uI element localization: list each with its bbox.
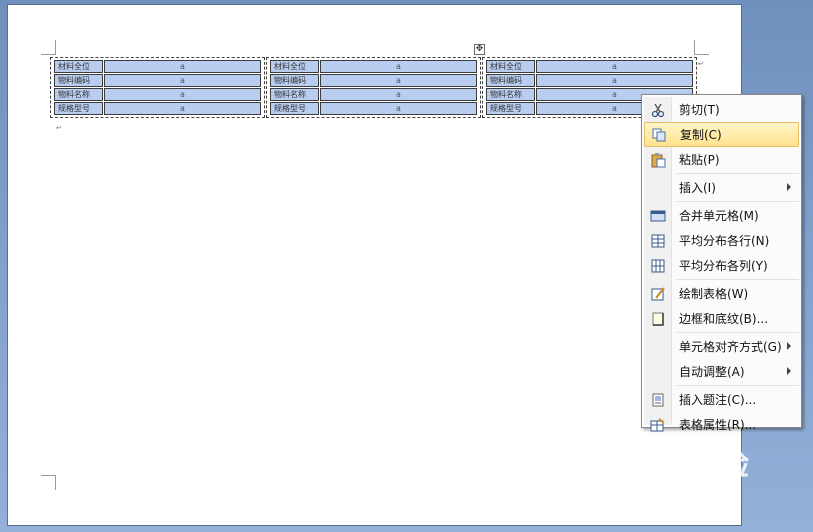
submenu-arrow-icon [787, 342, 791, 350]
table-value-cell[interactable]: a [320, 88, 477, 101]
menu-item-label: 插入(I) [679, 181, 716, 195]
menu-item-label: 剪切(T) [679, 103, 720, 117]
table-block-1[interactable]: 材料全位 a 物料编码 a 物料名称 a 规格型号 a [50, 57, 265, 118]
menu-item-label: 粘贴(P) [679, 153, 720, 167]
menu-item-9[interactable]: 单元格对齐方式(G) [644, 334, 799, 359]
table-label-cell[interactable]: 物料名称 [54, 88, 103, 101]
menu-item-label: 表格属性(R)... [679, 418, 757, 432]
table-label-cell[interactable]: 物料名称 [486, 88, 535, 101]
menu-separator [677, 332, 799, 333]
table-row: 物料编码 a [54, 74, 261, 87]
table-label-cell[interactable]: 物料编码 [486, 74, 535, 87]
table-row: 材料全位 a [486, 60, 693, 73]
menu-item-no-icon [644, 334, 671, 359]
menu-separator [677, 279, 799, 280]
table-row: 材料全位 a [54, 60, 261, 73]
menu-item-no-icon [644, 175, 671, 200]
menu-item-0[interactable]: 剪切(T) [644, 97, 799, 122]
menu-item-label: 边框和底纹(B)... [679, 312, 769, 326]
table-row: 规格型号 a [270, 102, 477, 115]
table-label-cell[interactable]: 物料名称 [270, 88, 319, 101]
crop-mark-bottom-left [41, 475, 56, 490]
menu-item-label: 自动调整(A) [679, 365, 745, 379]
table-label-cell[interactable]: 规格型号 [54, 102, 103, 115]
table-value-cell[interactable]: a [104, 60, 261, 73]
paragraph-mark: ↵ [56, 124, 62, 132]
distribute-columns-icon [644, 253, 671, 278]
table-properties-icon [644, 412, 671, 437]
menu-item-label: 复制(C) [680, 128, 722, 142]
menu-item-label: 插入题注(C)... [679, 393, 757, 407]
table-row: 物料名称 a [270, 88, 477, 101]
row-end-mark: ↵ [698, 60, 704, 68]
table-value-cell[interactable]: a [104, 102, 261, 115]
table-label-cell[interactable]: 材料全位 [486, 60, 535, 73]
insert-caption-icon [644, 387, 671, 412]
menu-item-4[interactable]: 合并单元格(M) [644, 203, 799, 228]
crop-mark-top-right [694, 40, 709, 55]
menu-item-1[interactable]: 复制(C) [644, 122, 799, 147]
menu-item-label: 平均分布各列(Y) [679, 259, 768, 273]
menu-separator [677, 385, 799, 386]
copy-icon [645, 122, 672, 147]
table-move-handle-icon[interactable]: ✥ [474, 44, 485, 55]
table-row: 物料名称 a [54, 88, 261, 101]
distribute-rows-icon [644, 228, 671, 253]
paste-icon [644, 147, 671, 172]
context-menu: 剪切(T) 复制(C) 粘贴(P) 插入(I) 合并单元格(M) 平均分布各行(N) 平均分… [641, 94, 802, 432]
table-value-cell[interactable]: a [320, 60, 477, 73]
table-label-cell[interactable]: 材料全位 [270, 60, 319, 73]
table-value-cell[interactable]: a [104, 88, 261, 101]
table-label-cell[interactable]: 规格型号 [486, 102, 535, 115]
table-value-cell[interactable]: a [320, 102, 477, 115]
table-row: 物料编码 a [486, 74, 693, 87]
table-label-cell[interactable]: 规格型号 [270, 102, 319, 115]
scissors-icon [644, 97, 671, 122]
crop-mark-top-left [41, 40, 56, 55]
menu-separator [677, 201, 799, 202]
menu-item-3[interactable]: 插入(I) [644, 175, 799, 200]
menu-item-7[interactable]: 绘制表格(W) [644, 281, 799, 306]
menu-item-6[interactable]: 平均分布各列(Y) [644, 253, 799, 278]
menu-item-label: 平均分布各行(N) [679, 234, 770, 248]
menu-item-10[interactable]: 自动调整(A) [644, 359, 799, 384]
watermark-url: jingyan.baidu.com [620, 482, 740, 497]
baidu-watermark: Bai 经验 jingyan.baidu.com [620, 440, 750, 497]
table-value-cell[interactable]: a [536, 60, 693, 73]
menu-item-11[interactable]: 插入题注(C)... [644, 387, 799, 412]
submenu-arrow-icon [787, 367, 791, 375]
borders-shading-icon [644, 306, 671, 331]
menu-item-label: 绘制表格(W) [679, 287, 749, 301]
menu-item-no-icon [644, 359, 671, 384]
menu-item-label: 合并单元格(M) [679, 209, 759, 223]
table-row: 物料编码 a [270, 74, 477, 87]
submenu-arrow-icon [787, 183, 791, 191]
table-block-2[interactable]: 材料全位 a 物料编码 a 物料名称 a 规格型号 a [266, 57, 481, 118]
table-value-cell[interactable]: a [104, 74, 261, 87]
baidu-paw-icon [680, 450, 705, 474]
table-label-cell[interactable]: 物料编码 [270, 74, 319, 87]
menu-item-label: 单元格对齐方式(G) [679, 340, 782, 354]
menu-separator [677, 173, 799, 174]
merge-cells-icon [644, 203, 671, 228]
menu-item-8[interactable]: 边框和底纹(B)... [644, 306, 799, 331]
table-row: 材料全位 a [270, 60, 477, 73]
table-label-cell[interactable]: 材料全位 [54, 60, 103, 73]
table-label-cell[interactable]: 物料编码 [54, 74, 103, 87]
draw-table-icon [644, 281, 671, 306]
menu-item-2[interactable]: 粘贴(P) [644, 147, 799, 172]
table-value-cell[interactable]: a [536, 74, 693, 87]
menu-item-12[interactable]: 表格属性(R)... [644, 412, 799, 437]
table-value-cell[interactable]: a [320, 74, 477, 87]
table-row: 规格型号 a [54, 102, 261, 115]
menu-item-5[interactable]: 平均分布各行(N) [644, 228, 799, 253]
